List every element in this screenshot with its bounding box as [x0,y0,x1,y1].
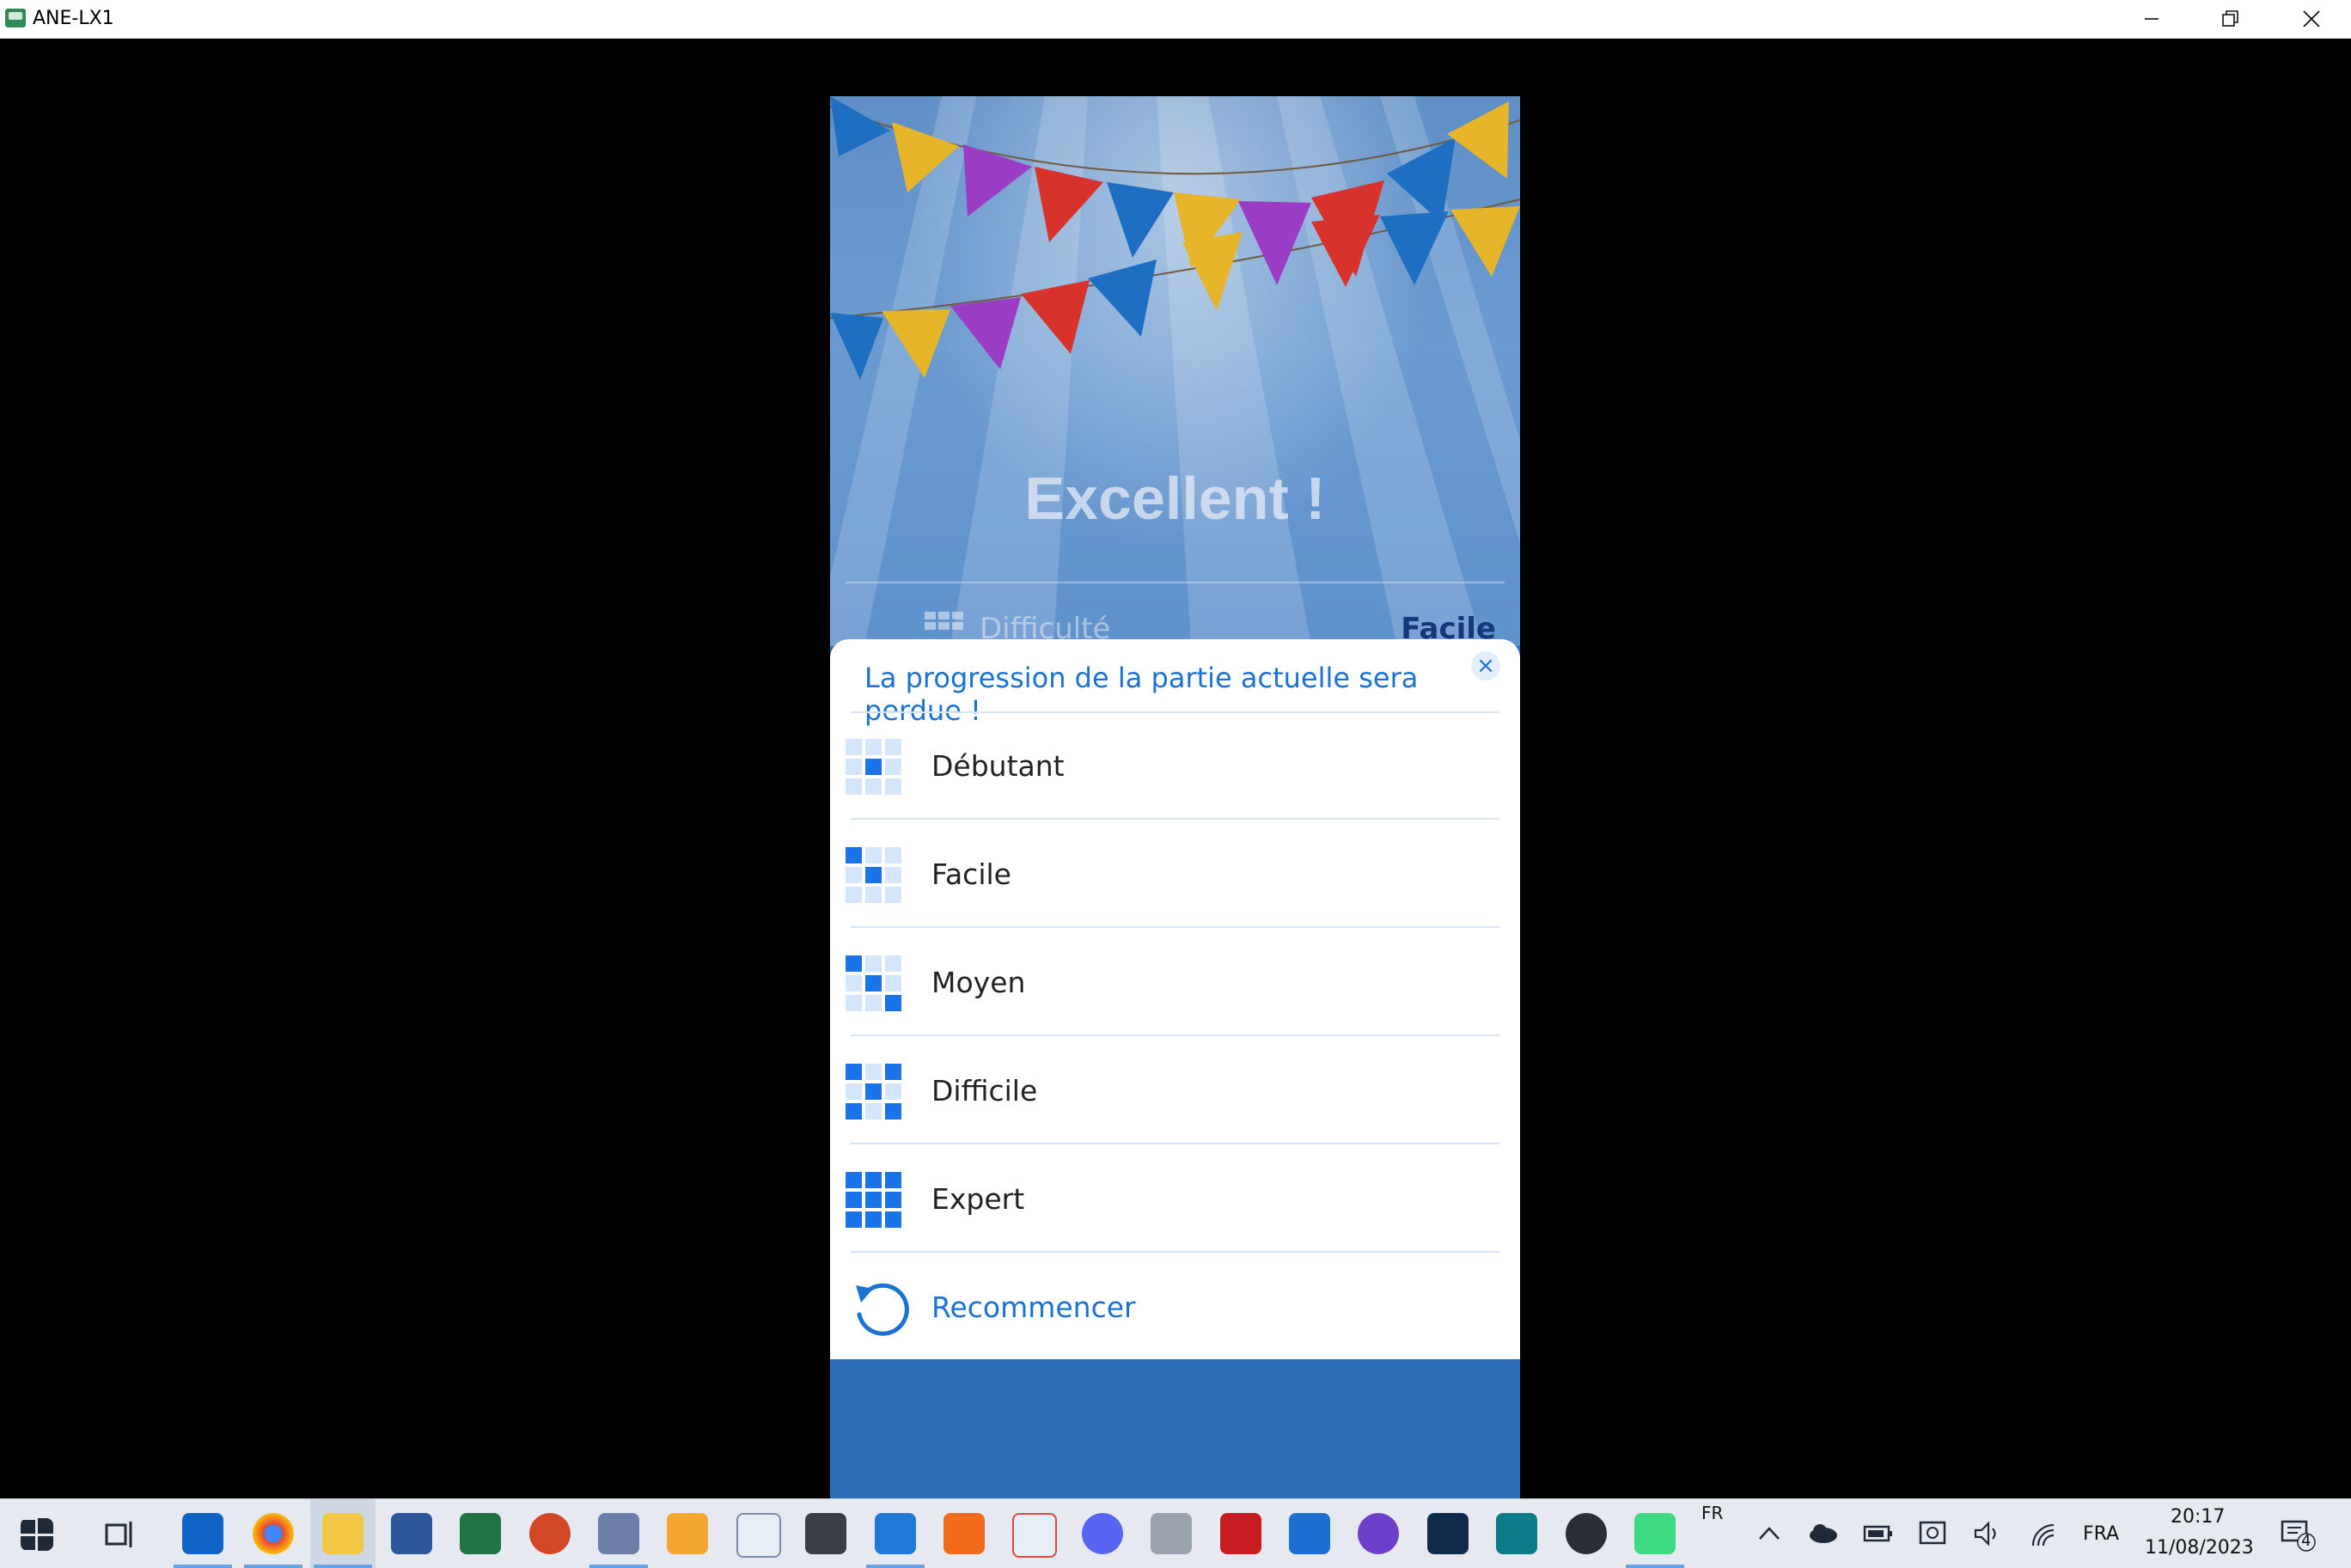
scanner-icon[interactable] [1151,1513,1192,1554]
option-expert[interactable]: Expert [830,1146,1520,1253]
option-label: Moyen [931,966,1026,999]
cut-tool-icon[interactable] [1012,1513,1057,1558]
task-view-icon[interactable] [105,1518,137,1551]
window-title: ANE-LX1 [33,8,114,29]
option-label: Facile [931,857,1011,891]
outlook-icon[interactable] [174,1513,232,1568]
device-sync-icon[interactable] [1918,1520,1947,1547]
windows-taskbar: FR FRA 20:17 11/08/2023 4 [0,1498,2351,1568]
acrobat-icon[interactable] [1220,1513,1261,1554]
battery-icon[interactable] [1863,1522,1894,1546]
language-indicator[interactable]: FRA [2083,1523,2119,1545]
snipping-tool-icon[interactable] [589,1513,648,1568]
restart-icon [856,1283,909,1336]
bunting-flags-decoration [830,96,1520,380]
onedrive-cloud-icon[interactable] [1808,1522,1839,1544]
volume-icon[interactable] [1973,1520,2004,1547]
input-language-indicator[interactable]: FR [1701,1503,1723,1523]
divider [851,1034,1499,1036]
restore-icon [2222,10,2238,27]
close-icon: × [1476,653,1495,679]
word-icon[interactable] [391,1513,432,1554]
difficulty-bottom-sheet: La progression de la partie actuelle ser… [830,639,1520,1359]
grid-level-5-icon [846,1172,901,1228]
powerpoint-icon[interactable] [529,1513,571,1554]
excel-icon[interactable] [460,1513,501,1554]
start-windows-icon[interactable] [21,1518,53,1551]
congratulation-title: Excellent ! [1024,465,1326,532]
media-player-icon[interactable] [667,1513,708,1554]
divider [851,818,1499,820]
close-icon [2303,10,2320,27]
github-desktop-icon[interactable] [1358,1513,1399,1554]
option-difficile[interactable]: Difficile [830,1038,1520,1144]
sheet-close-button[interactable]: × [1471,651,1500,680]
option-label: Expert [931,1182,1025,1216]
restore-button[interactable] [2191,0,2270,38]
divider [851,926,1499,928]
android-app-icon [5,9,26,27]
obs-icon[interactable] [1566,1513,1607,1554]
sublime-text-icon[interactable] [805,1513,846,1554]
file-explorer-icon[interactable] [314,1513,372,1568]
vscode-icon[interactable] [866,1513,925,1568]
celebration-banner: Excellent ! Difficulté Facile [830,96,1520,646]
close-window-button[interactable] [2272,0,2351,38]
divider [846,582,1505,583]
grid-level-3-icon [846,955,901,1011]
divider [851,1251,1499,1253]
grid-level-1-icon [846,739,901,795]
grid-level-4-icon [846,1064,901,1120]
fusion-360-icon[interactable] [943,1513,985,1554]
lightroom-classic-icon[interactable] [1427,1513,1469,1554]
panel-app-icon[interactable] [1496,1513,1537,1554]
minimize-button[interactable] [2112,0,2191,38]
restart-label: Recommencer [931,1290,1136,1324]
atom-icon[interactable] [1289,1513,1330,1554]
option-moyen[interactable]: Moyen [830,930,1520,1036]
difficulty-grid-icon [925,612,963,630]
chrome-icon[interactable] [244,1513,302,1568]
android-emulator-icon[interactable] [1626,1513,1684,1568]
restart-button[interactable]: Recommencer [830,1254,1520,1361]
minimize-icon [2145,18,2159,20]
window-titlebar: ANE-LX1 [0,0,2351,39]
phone-screen: Excellent ! Difficulté Facile La progres… [830,96,1520,1498]
notification-count: 4 [2301,1532,2311,1550]
option-debutant[interactable]: Débutant [830,713,1520,820]
wifi-icon[interactable] [2030,1522,2061,1547]
clock-time[interactable]: 20:17 [2171,1506,2225,1528]
chevron-up-icon[interactable] [1756,1522,1782,1546]
option-label: Débutant [931,749,1065,783]
clock-date[interactable]: 11/08/2023 [2145,1537,2254,1559]
discord-icon[interactable] [1082,1513,1123,1554]
option-label: Difficile [931,1074,1038,1107]
option-facile[interactable]: Facile [830,821,1520,928]
divider [851,1143,1499,1144]
editor-icon[interactable] [736,1513,781,1558]
grid-level-2-icon [846,847,901,903]
